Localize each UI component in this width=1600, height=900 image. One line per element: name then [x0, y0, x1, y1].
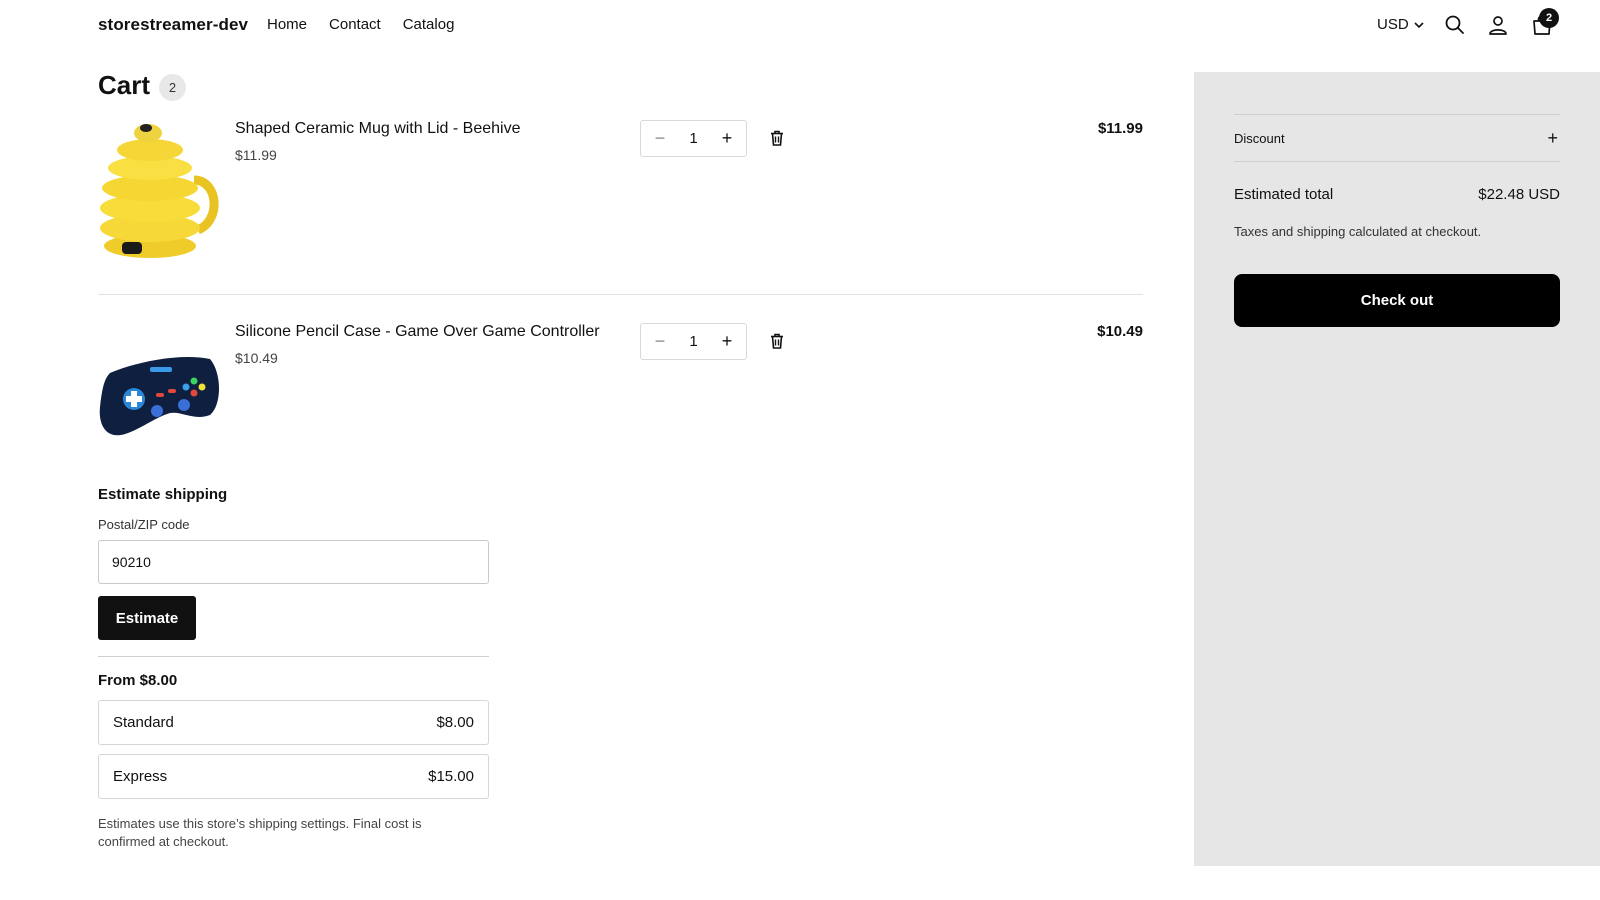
increase-quantity-button[interactable]: + — [719, 128, 735, 149]
shipping-rate-name: Standard — [113, 714, 174, 731]
cart-item-line-total: $11.99 — [1097, 120, 1143, 137]
quantity-value[interactable]: 1 — [689, 333, 697, 350]
cart-item-unit-price: $10.49 — [235, 350, 278, 366]
shipping-note: Estimates use this store’s shipping sett… — [98, 816, 422, 849]
currency-selector[interactable]: USD — [1377, 16, 1425, 33]
increase-quantity-button[interactable]: + — [719, 331, 735, 352]
cart-item-count-badge: 2 — [159, 74, 186, 101]
shipping-rate-name: Express — [113, 768, 168, 785]
nav-contact-link[interactable]: Contact — [329, 16, 381, 33]
discount-label: Discount — [1234, 130, 1285, 146]
shipping-rate-price: $15.00 — [428, 768, 474, 785]
estimated-total-value: $22.48 USD — [1478, 186, 1560, 203]
estimate-shipping-heading: Estimate shipping — [98, 486, 228, 503]
cart-item-unit-price: $11.99 — [235, 147, 277, 163]
tax-note: Taxes and shipping calculated at checkou… — [1234, 224, 1482, 239]
estimate-button[interactable]: Estimate — [98, 596, 196, 640]
game-controller-case-image[interactable] — [98, 323, 220, 463]
shipping-rate-option[interactable]: Express $15.00 — [98, 754, 489, 799]
trash-icon[interactable] — [768, 129, 786, 147]
beehive-mug-image[interactable] — [98, 120, 220, 260]
shipping-from-label: From $8.00 — [98, 672, 178, 689]
plus-icon: + — [1547, 127, 1558, 148]
cart-count-badge: 2 — [1539, 8, 1559, 28]
site-header: storestreamer-dev Home Contact Catalog U… — [0, 0, 1600, 50]
discount-toggle[interactable]: Discount + — [1234, 115, 1560, 161]
estimated-total-label: Estimated total — [1234, 186, 1334, 203]
shipping-divider — [98, 656, 489, 657]
order-summary-panel: Discount + Estimated total $22.48 USD Ta… — [1194, 72, 1600, 866]
nav-catalog-link[interactable]: Catalog — [403, 16, 455, 33]
decrease-quantity-button[interactable]: − — [652, 331, 668, 352]
cart-item-line-total: $10.49 — [1097, 323, 1143, 340]
chevron-down-icon — [1414, 21, 1424, 28]
trash-icon[interactable] — [768, 332, 786, 350]
zip-input[interactable] — [98, 540, 489, 584]
summary-divider — [1234, 161, 1560, 162]
zip-label: Postal/ZIP code — [98, 517, 190, 532]
search-icon[interactable] — [1443, 13, 1467, 37]
account-icon[interactable] — [1486, 13, 1510, 37]
cart-item-title[interactable]: Shaped Ceramic Mug with Lid - Beehive — [235, 120, 520, 138]
main-nav: Home Contact Catalog — [267, 16, 454, 33]
currency-label: USD — [1377, 16, 1409, 33]
store-brand[interactable]: storestreamer-dev — [98, 15, 248, 35]
shipping-rate-option[interactable]: Standard $8.00 — [98, 700, 489, 745]
shipping-rate-price: $8.00 — [436, 714, 474, 731]
checkout-button[interactable]: Check out — [1234, 274, 1560, 327]
cart-item-title[interactable]: Silicone Pencil Case - Game Over Game Co… — [235, 323, 600, 341]
page-title: Cart — [98, 70, 151, 100]
estimated-total-row: Estimated total $22.48 USD — [1234, 186, 1560, 203]
nav-home-link[interactable]: Home — [267, 16, 307, 33]
decrease-quantity-button[interactable]: − — [652, 128, 668, 149]
quantity-stepper[interactable]: − 1 + — [640, 323, 747, 360]
item-divider — [98, 294, 1143, 295]
quantity-stepper[interactable]: − 1 + — [640, 120, 747, 157]
quantity-value[interactable]: 1 — [689, 130, 697, 147]
